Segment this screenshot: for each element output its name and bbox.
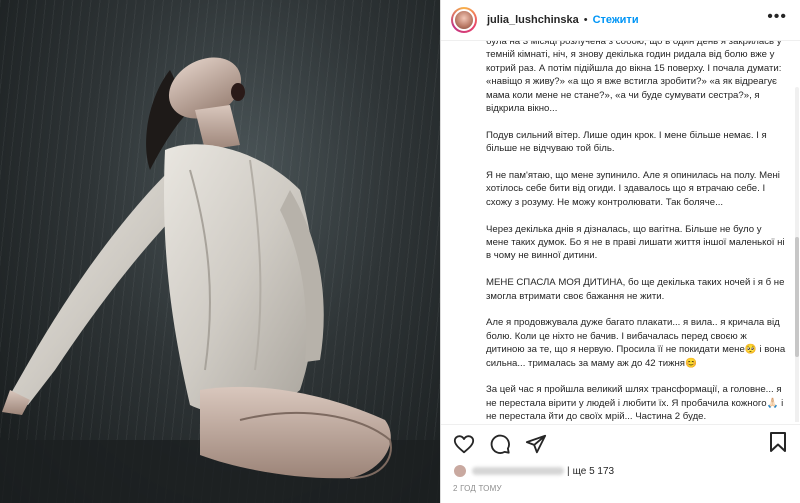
caption-paragraph-6: Але я продовжувала дуже багато плакати..… (486, 317, 786, 369)
caption-area[interactable]: була на 3 місяці розлучена з собою, що в… (441, 41, 800, 422)
likes-separator: | (567, 465, 570, 477)
caption-paragraph-4: Через декілька днів я дізналась, що вагі… (486, 223, 785, 262)
caption-paragraph-3: Я не пам'ятаю, що мене зупинило. Але я о… (486, 170, 780, 208)
avatar-image (453, 9, 475, 31)
share-icon[interactable] (525, 433, 547, 455)
comment-icon[interactable] (489, 433, 511, 455)
follow-button[interactable]: Стежити (593, 14, 639, 26)
liker-name-blurred (472, 467, 564, 475)
likes-row[interactable]: | ще 5 173 (453, 463, 614, 479)
post-photo[interactable] (0, 0, 440, 503)
caption-paragraph-5: МЕНЕ СПАСЛА МОЯ ДИТИНА, бо ще декілька т… (486, 277, 785, 302)
scrollbar-thumb[interactable] (795, 237, 799, 357)
heart-icon[interactable] (453, 433, 475, 455)
caption-paragraph-1: була на 3 місяці розлучена з собою, що в… (486, 41, 782, 115)
likes-count[interactable]: ще 5 173 (573, 466, 614, 477)
avatar[interactable] (451, 7, 477, 33)
post-header: julia_lushchinska • Стежити ••• (441, 0, 800, 41)
post-timestamp[interactable]: 2 год тому (453, 484, 502, 493)
header-separator: • (583, 14, 588, 26)
action-bar (441, 424, 800, 462)
caption-scrollbar[interactable] (795, 87, 799, 422)
instagram-post: julia_lushchinska • Стежити ••• була на … (0, 0, 800, 503)
post-side-panel: julia_lushchinska • Стежити ••• була на … (440, 0, 800, 503)
caption-paragraph-7: За цей час я пройшла великий шлях трансф… (486, 384, 784, 422)
liker-avatar (453, 464, 467, 478)
caption-text: була на 3 місяці розлучена з собою, що в… (486, 41, 786, 422)
username-link[interactable]: julia_lushchinska (487, 14, 579, 26)
bookmark-icon[interactable] (768, 431, 788, 453)
photo-illustration (0, 57, 440, 503)
more-options-icon[interactable]: ••• (767, 9, 787, 25)
caption-paragraph-2: Подув сильний вітер. Лише один крок. І м… (486, 129, 767, 155)
